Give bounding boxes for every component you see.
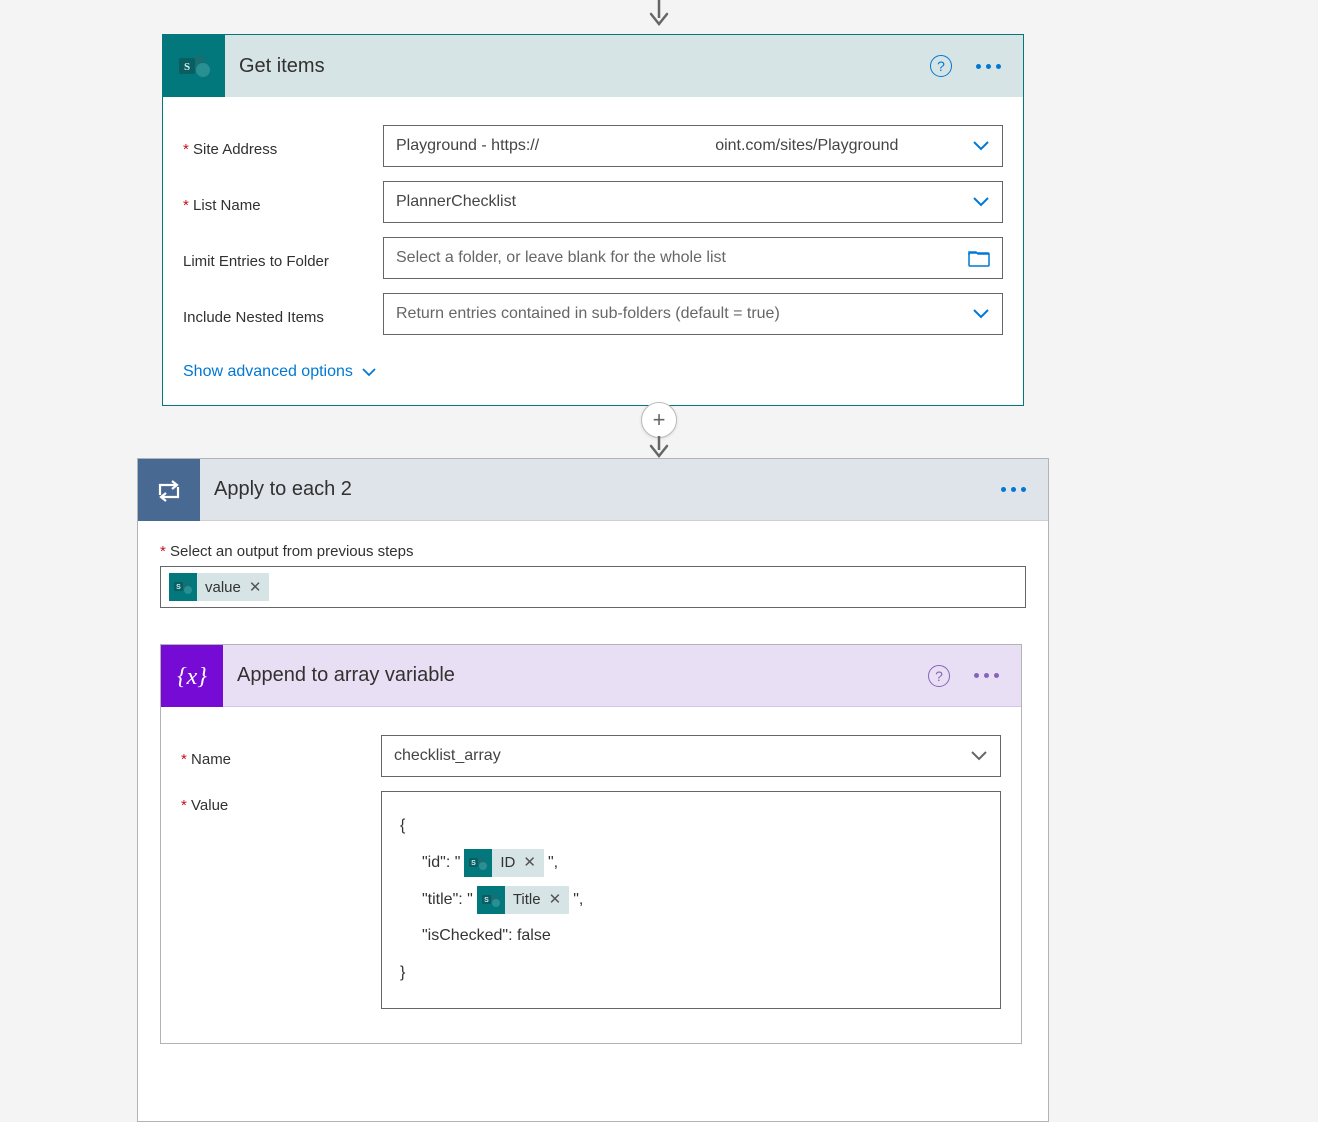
code-text: } [400,955,982,992]
limit-folder-label: Limit Entries to Folder [183,247,383,270]
loop-icon [138,459,200,521]
dynamic-token-title[interactable]: S Title ✕ [477,886,569,914]
var-name-dropdown[interactable]: checklist_array [381,735,1001,777]
nested-items-label: Include Nested Items [183,303,383,326]
get-items-header[interactable]: S Get items ? [163,35,1023,97]
code-text: "title": " [422,882,473,919]
append-array-card: {x} Append to array variable ? * Name [160,644,1022,1044]
list-name-label: * List Name [183,191,383,214]
svg-text:S: S [484,897,489,904]
show-advanced-link[interactable]: Show advanced options [183,363,377,381]
more-menu-button[interactable] [968,667,1005,684]
var-value-input[interactable]: { "id": " S ID ✕ [381,791,1001,1009]
variable-icon: {x} [161,645,223,707]
more-menu-button[interactable] [995,481,1032,498]
chevron-down-icon [972,196,990,208]
card-title: Get items [239,55,930,78]
token-label: value [205,579,241,596]
token-label: ID [500,846,515,881]
output-selector-field[interactable]: S value ✕ [160,566,1026,608]
chevron-down-icon [972,140,990,152]
list-name-dropdown[interactable]: PlannerChecklist [383,181,1003,223]
svg-text:S: S [184,61,190,73]
output-selector-label: * Select an output from previous steps [160,543,1026,560]
append-array-header[interactable]: {x} Append to array variable ? [161,645,1021,707]
apply-to-each-header[interactable]: Apply to each 2 [138,459,1048,521]
remove-token-button[interactable]: ✕ [549,883,562,918]
dynamic-token-id[interactable]: S ID ✕ [464,849,544,877]
remove-token-button[interactable]: ✕ [249,578,262,596]
chevron-down-icon [970,750,988,762]
card-title: Apply to each 2 [214,478,995,501]
var-value-label: * Value [181,791,381,814]
svg-text:{x}: {x} [177,664,207,690]
flow-arrow-down [645,436,673,460]
more-menu-button[interactable] [970,58,1007,75]
code-text: { [400,808,982,845]
site-address-label: * Site Address [183,135,383,158]
dynamic-token-value[interactable]: S value ✕ [169,573,269,601]
svg-text:S: S [176,584,181,591]
card-title: Append to array variable [237,664,928,687]
sharepoint-icon: S [163,35,225,97]
chevron-down-icon [972,308,990,320]
var-name-label: * Name [181,745,381,768]
folder-icon [968,249,990,267]
code-text: "id": " [422,845,460,882]
code-text: ", [573,882,583,919]
remove-token-button[interactable]: ✕ [523,846,536,881]
code-text: ", [548,845,558,882]
code-text: "isChecked": false [400,918,982,955]
svg-text:S: S [472,860,477,867]
nested-items-dropdown[interactable]: Return entries contained in sub-folders … [383,293,1003,335]
add-step-button[interactable]: + [641,402,677,438]
help-icon[interactable]: ? [928,665,950,687]
chevron-down-icon [361,367,377,377]
get-items-card: S Get items ? * Site Address Playground … [162,34,1024,406]
flow-arrow-down [645,0,673,30]
site-address-dropdown[interactable]: Playground - https://oint.com/sites/Play… [383,125,1003,167]
limit-folder-input[interactable]: Select a folder, or leave blank for the … [383,237,1003,279]
token-label: Title [513,883,541,918]
apply-to-each-card: Apply to each 2 * Select an output from … [137,458,1049,1122]
help-icon[interactable]: ? [930,55,952,77]
